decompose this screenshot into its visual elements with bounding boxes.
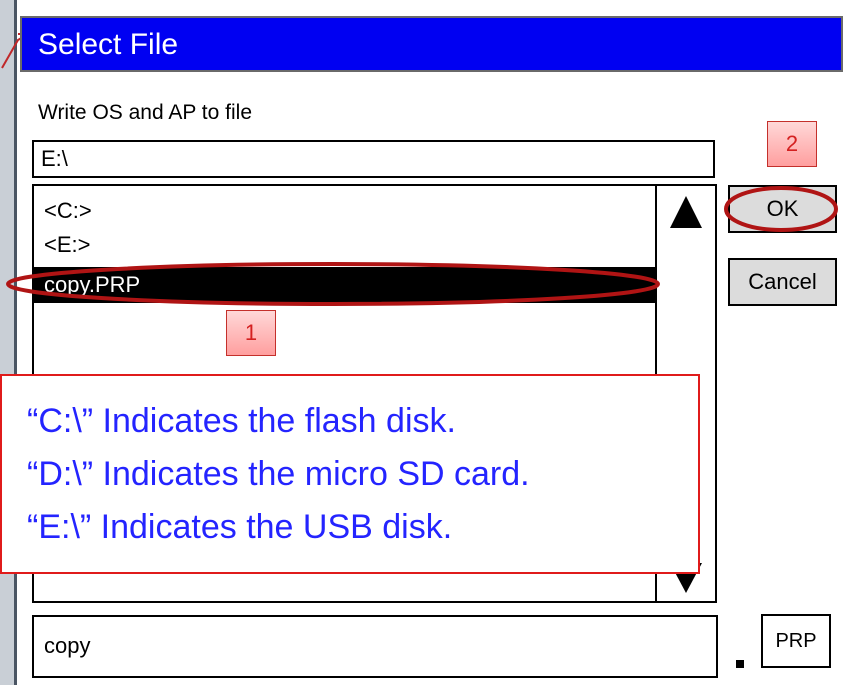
list-item-c-drive[interactable]: <C:>: [44, 198, 92, 224]
path-field[interactable]: E:\: [32, 140, 715, 178]
ok-button[interactable]: OK: [728, 185, 837, 233]
extension-separator: [736, 660, 744, 668]
prompt-label: Write OS and AP to file: [38, 101, 252, 124]
list-item-e-drive[interactable]: <E:>: [44, 232, 90, 258]
callout-line-usb: “E:\” Indicates the USB disk.: [27, 508, 453, 546]
drive-info-callout: “C:\” Indicates the flash disk. “D:\” In…: [0, 374, 700, 574]
step-marker-1: 1: [226, 310, 276, 356]
step-marker-2: 2: [767, 121, 817, 167]
cancel-button[interactable]: Cancel: [728, 258, 837, 306]
extension-field[interactable]: PRP: [761, 614, 831, 668]
list-item-copy-prp[interactable]: copy.PRP: [34, 267, 656, 303]
title-bar: Select File: [20, 16, 843, 72]
callout-line-sd: “D:\” Indicates the micro SD card.: [27, 455, 530, 493]
callout-line-flash: “C:\” Indicates the flash disk.: [27, 402, 456, 440]
dialog-title: Select File: [38, 28, 179, 61]
filename-input[interactable]: copy: [32, 615, 718, 678]
triangle-up-icon[interactable]: [667, 192, 705, 230]
